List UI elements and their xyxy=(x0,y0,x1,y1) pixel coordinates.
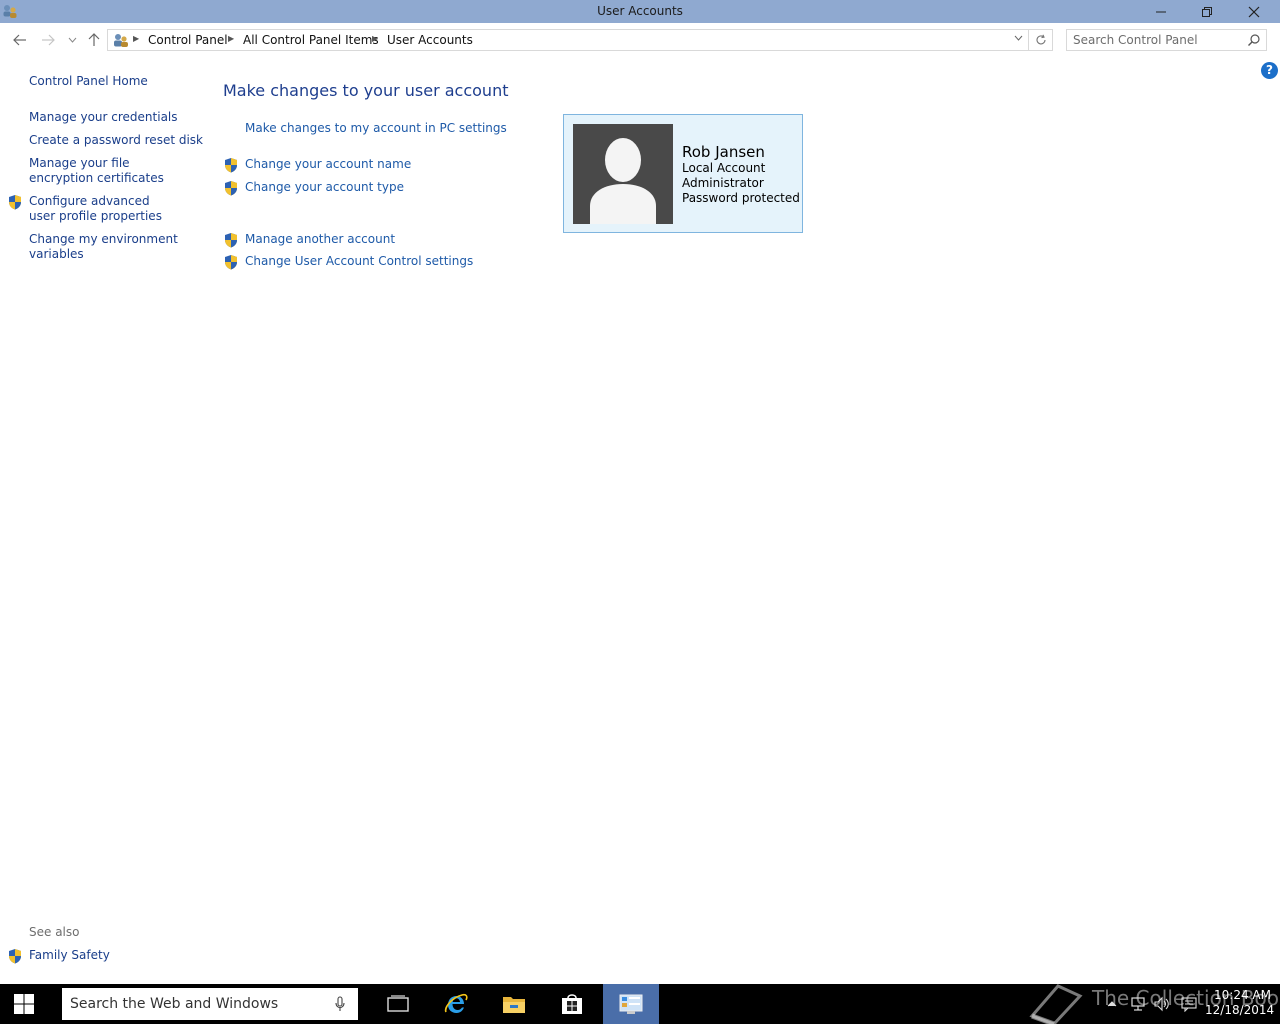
microphone-icon[interactable] xyxy=(334,996,346,1012)
internet-explorer-button[interactable] xyxy=(428,984,484,1024)
search-icon[interactable] xyxy=(1247,33,1261,47)
network-icon xyxy=(1131,997,1145,1011)
back-button[interactable] xyxy=(10,31,30,49)
help-button[interactable]: ? xyxy=(1261,62,1278,79)
uac-shield-icon xyxy=(225,233,237,248)
breadcrumb-separator-icon[interactable]: ▶ xyxy=(228,34,234,43)
action-center-button[interactable] xyxy=(1178,984,1200,1024)
manage-another-account-link[interactable]: Manage another account xyxy=(245,232,395,246)
control-panel-taskbar-button[interactable] xyxy=(603,984,659,1024)
network-button[interactable] xyxy=(1128,984,1148,1024)
restore-icon xyxy=(1202,6,1212,17)
breadcrumb-separator-icon[interactable]: ▶ xyxy=(372,34,378,43)
uac-shield-icon xyxy=(225,181,237,196)
back-arrow-icon xyxy=(13,34,26,46)
search-input[interactable] xyxy=(1073,32,1243,48)
change-account-type-link[interactable]: Change your account type xyxy=(245,180,404,194)
uac-shield-icon xyxy=(225,255,237,270)
manage-credentials-link[interactable]: Manage your credentials xyxy=(29,110,178,125)
uac-shield-icon xyxy=(225,158,237,173)
control-panel-icon xyxy=(619,994,643,1014)
breadcrumb-all-items[interactable]: All Control Panel Items xyxy=(243,33,379,47)
close-button[interactable] xyxy=(1231,0,1277,23)
account-name: Rob Jansen xyxy=(682,143,765,161)
taskbar-search-box[interactable] xyxy=(62,988,358,1020)
account-tile: Rob Jansen Local Account Administrator P… xyxy=(563,114,803,233)
notification-icon xyxy=(1181,997,1197,1012)
forward-button[interactable] xyxy=(38,31,58,49)
title-bar: User Accounts xyxy=(0,0,1280,23)
manage-file-encryption-link[interactable]: Manage your file encryption certificates xyxy=(29,156,189,186)
file-explorer-icon xyxy=(503,997,525,1013)
task-view-button[interactable] xyxy=(370,984,426,1024)
address-dropdown-icon[interactable] xyxy=(1014,34,1023,44)
configure-advanced-profile-link[interactable]: Configure advanced user profile properti… xyxy=(29,194,179,224)
clock-date: 12/18/2014 xyxy=(1205,1003,1275,1017)
up-arrow-icon xyxy=(88,33,100,46)
search-box[interactable] xyxy=(1066,29,1267,51)
system-clock[interactable]: 10:24 AM 12/18/2014 xyxy=(1205,988,1275,1018)
volume-icon xyxy=(1154,996,1169,1012)
restore-button[interactable] xyxy=(1184,0,1230,23)
avatar xyxy=(573,124,673,224)
taskbar: The Collection Book 10:24 AM 12/18/2014 xyxy=(0,984,1280,1024)
file-explorer-button[interactable] xyxy=(486,984,542,1024)
up-button[interactable] xyxy=(84,31,104,49)
chevron-up-icon xyxy=(1107,1001,1117,1007)
close-icon xyxy=(1248,6,1260,17)
task-view-icon xyxy=(387,995,409,1012)
breadcrumb-user-accounts[interactable]: User Accounts xyxy=(387,33,473,47)
window-title: User Accounts xyxy=(597,4,683,18)
account-type-local: Local Account xyxy=(682,161,766,175)
account-password-status: Password protected xyxy=(682,191,800,205)
uac-settings-link[interactable]: Change User Account Control settings xyxy=(245,254,473,268)
start-button[interactable] xyxy=(0,984,48,1024)
breadcrumb-separator-icon[interactable]: ▶ xyxy=(133,34,139,43)
pc-settings-link[interactable]: Make changes to my account in PC setting… xyxy=(245,121,507,135)
store-icon xyxy=(562,994,582,1014)
windows-logo-icon xyxy=(14,994,34,1014)
refresh-icon xyxy=(1036,34,1046,45)
store-button[interactable] xyxy=(544,984,600,1024)
recent-locations-button[interactable] xyxy=(62,31,82,49)
internet-explorer-icon xyxy=(444,993,468,1013)
address-bar[interactable]: ▶ Control Panel ▶ All Control Panel Item… xyxy=(107,29,1029,51)
see-also-heading: See also xyxy=(29,925,80,939)
book-logo-icon xyxy=(1029,984,1083,1024)
page-title: Make changes to your user account xyxy=(223,81,509,100)
navigation-bar: ▶ Control Panel ▶ All Control Panel Item… xyxy=(0,23,1280,59)
chevron-down-icon xyxy=(68,37,76,43)
help-icon: ? xyxy=(1266,63,1273,77)
show-hidden-icons-button[interactable] xyxy=(1104,984,1120,1024)
forward-arrow-icon xyxy=(42,34,55,46)
volume-button[interactable] xyxy=(1152,984,1172,1024)
control-panel-home-link[interactable]: Control Panel Home xyxy=(29,74,148,89)
change-account-name-link[interactable]: Change your account name xyxy=(245,157,411,171)
user-accounts-location-icon xyxy=(114,34,128,47)
minimize-icon xyxy=(1156,11,1166,12)
account-role: Administrator xyxy=(682,176,764,190)
family-safety-link[interactable]: Family Safety xyxy=(29,948,110,963)
minimize-button[interactable] xyxy=(1138,0,1184,23)
breadcrumb-control-panel[interactable]: Control Panel xyxy=(148,33,228,47)
change-environment-variables-link[interactable]: Change my environment variables xyxy=(29,232,179,262)
user-silhouette-icon xyxy=(590,138,656,224)
create-password-reset-disk-link[interactable]: Create a password reset disk xyxy=(29,133,203,148)
refresh-button[interactable] xyxy=(1029,29,1053,51)
clock-time: 10:24 AM xyxy=(1214,988,1271,1002)
taskbar-search-input[interactable] xyxy=(70,994,320,1014)
uac-shield-icon xyxy=(9,195,21,210)
uac-shield-icon xyxy=(9,949,21,964)
